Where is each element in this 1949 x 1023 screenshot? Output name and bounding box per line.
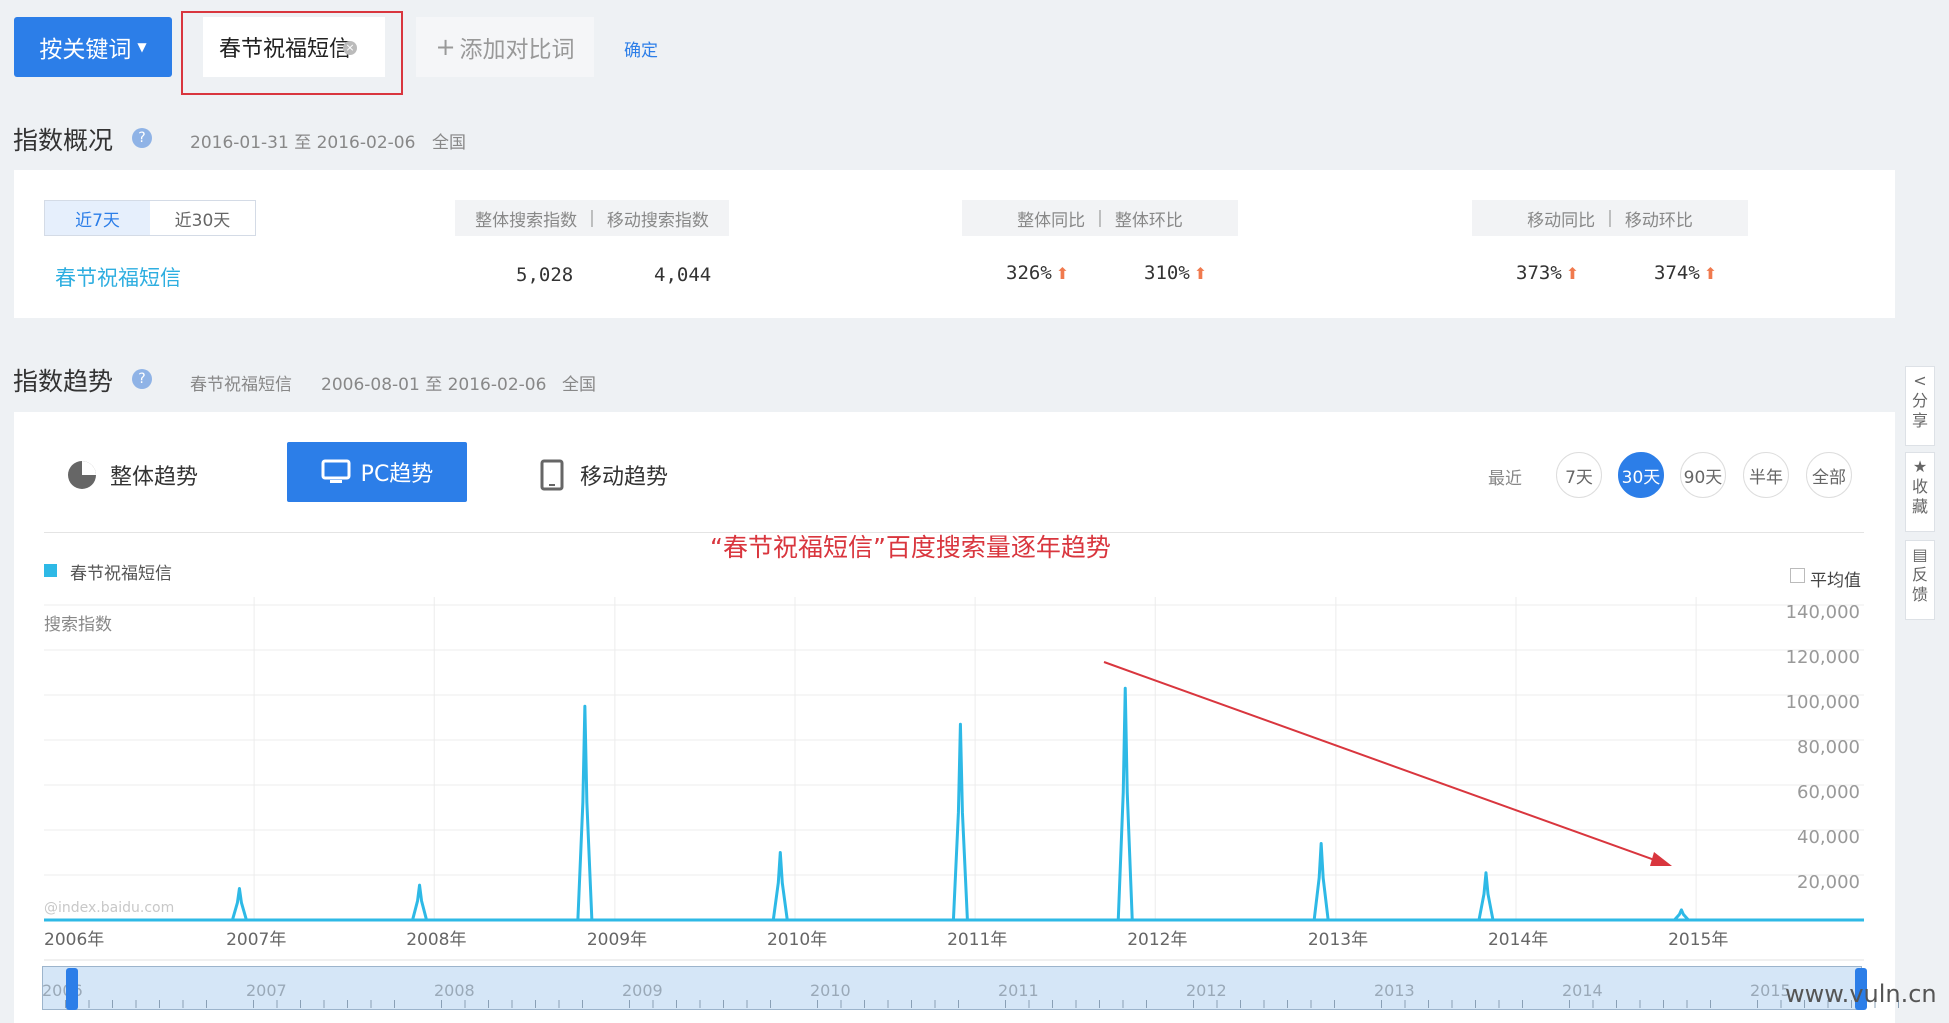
selector-year-label: 2008: [434, 981, 475, 1000]
selector-year-label: 2012: [1186, 981, 1227, 1000]
selector-year-label: 2009: [622, 981, 663, 1000]
share-label-2: 享: [1911, 411, 1928, 430]
selector-year-label: 2011: [998, 981, 1039, 1000]
range-selector-overlay: 2006 2007 2008 2009 2010 2011 2012 2013 2014 2015: [42, 981, 1899, 1008]
favorite-tool[interactable]: ★ 收 藏: [1905, 452, 1935, 532]
favorite-label-2: 藏: [1911, 497, 1928, 516]
site-watermark: www.vuln.cn: [1785, 980, 1937, 1008]
favorite-label-1: 收: [1911, 477, 1928, 496]
share-tool[interactable]: < 分 享: [1905, 366, 1935, 446]
range-handle-left[interactable]: [66, 968, 78, 1010]
star-icon: ★: [1912, 457, 1928, 476]
selector-year-label: 2013: [1374, 981, 1415, 1000]
selector-year-label: 2007: [246, 981, 287, 1000]
selector-year-label: 2010: [810, 981, 851, 1000]
feedback-icon: ▤: [1912, 545, 1928, 564]
selector-year-label: 2014: [1562, 981, 1603, 1000]
feedback-label-1: 反: [1911, 565, 1928, 584]
share-label-1: 分: [1911, 391, 1928, 410]
feedback-label-2: 馈: [1911, 585, 1928, 604]
feedback-tool[interactable]: ▤ 反 馈: [1905, 540, 1935, 620]
share-icon: <: [1913, 371, 1927, 390]
